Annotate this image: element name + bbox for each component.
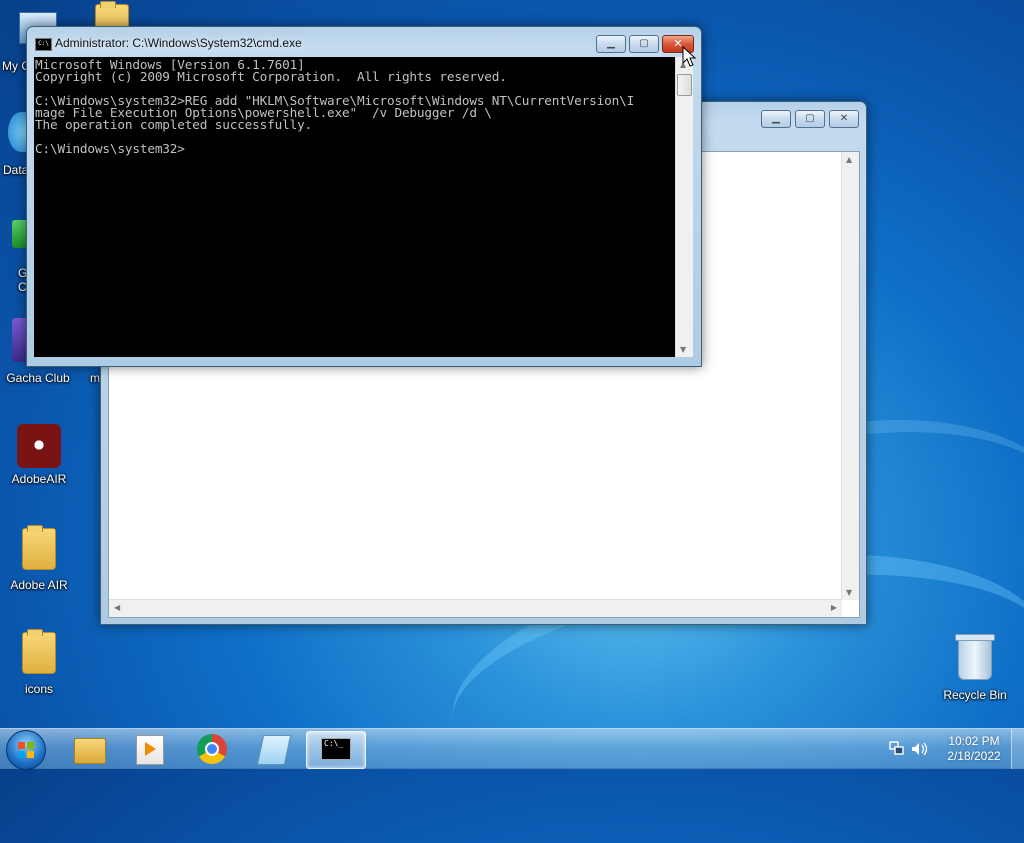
console-scrollbar[interactable]: ▲ ▼ <box>675 57 693 357</box>
taskbar-cmd[interactable]: C:\_ <box>306 731 366 769</box>
chrome-icon <box>197 734 227 764</box>
volume-icon[interactable] <box>912 742 928 756</box>
taskbar-chrome[interactable] <box>182 731 240 767</box>
cmd-window-titlebar[interactable]: C:\ Administrator: C:\Windows\System32\c… <box>27 27 701 57</box>
desktop-icon-label: Adobe AIR <box>10 578 68 592</box>
desktop-icon-label: Recycle Bin <box>943 688 1007 702</box>
vertical-scrollbar[interactable]: ▲ ▼ <box>841 152 859 600</box>
taskbar-media-player[interactable] <box>120 731 178 767</box>
maximize-button[interactable]: ▢ <box>795 110 825 128</box>
desktop-icon-recycle-bin[interactable]: Recycle Bin <box>937 632 1013 702</box>
clock[interactable]: 10:02 PM 2/18/2022 <box>936 734 1012 764</box>
desktop-icon-label: Data <box>3 163 29 177</box>
desktop-icon-label: m <box>90 371 100 385</box>
minimize-icon: ▁ <box>607 38 615 49</box>
desktop-icon-adobeair[interactable]: AdobeAIR <box>1 424 77 486</box>
taskbar-explorer[interactable] <box>60 731 118 767</box>
clock-date: 2/18/2022 <box>947 749 1001 763</box>
clock-time: 10:02 PM <box>948 734 1000 748</box>
maximize-button[interactable]: ▢ <box>629 35 659 53</box>
scroll-left-icon[interactable]: ◀ <box>114 603 120 612</box>
network-icon[interactable] <box>889 741 904 755</box>
scroll-thumb[interactable] <box>677 74 692 96</box>
cmd-icon: C:\_ <box>321 738 351 760</box>
folder-icon <box>22 629 56 674</box>
scroll-down-icon[interactable]: ▼ <box>846 588 852 597</box>
desktop-icon-label: icons <box>24 682 53 696</box>
maximize-icon: ▢ <box>639 38 649 49</box>
show-desktop-button[interactable] <box>1011 729 1024 769</box>
cmd-window-title: Administrator: C:\Windows\System32\cmd.e… <box>55 36 302 50</box>
system-tray <box>889 741 928 756</box>
desktop-icon-icons-folder[interactable]: icons <box>1 629 77 696</box>
scroll-up-icon[interactable]: ▲ <box>846 155 852 164</box>
console-output[interactable]: Microsoft Windows [Version 6.1.7601] Cop… <box>34 57 675 357</box>
minimize-icon: ▁ <box>772 113 780 124</box>
console-text: Microsoft Windows [Version 6.1.7601] Cop… <box>35 57 635 156</box>
folder-icon <box>22 525 56 570</box>
maximize-icon: ▢ <box>805 113 815 124</box>
folder-icon <box>74 738 106 764</box>
minimize-button[interactable]: ▁ <box>761 110 791 128</box>
taskbar: C:\_ 10:02 PM 2/18/2022 <box>0 728 1024 770</box>
mouse-cursor-icon <box>682 46 697 67</box>
minimize-button[interactable]: ▁ <box>596 35 626 53</box>
desktop-icon-adobe-air-folder[interactable]: Adobe AIR <box>1 525 77 592</box>
media-player-icon <box>136 735 164 765</box>
scroll-down-icon[interactable]: ▼ <box>680 345 686 354</box>
notepad-icon <box>256 735 292 765</box>
cmd-window[interactable]: C:\ Administrator: C:\Windows\System32\c… <box>26 26 702 367</box>
scroll-right-icon[interactable]: ▶ <box>831 603 837 612</box>
taskbar-notepad[interactable] <box>244 731 302 767</box>
horizontal-scrollbar[interactable]: ◀ ▶ <box>109 599 842 617</box>
cmd-window-icon: C:\ <box>35 38 52 51</box>
close-icon: ✕ <box>839 113 849 124</box>
desktop-icon-label: Gacha Club <box>6 371 70 385</box>
recycle-bin-icon <box>955 634 995 680</box>
desktop-icon-label: AdobeAIR <box>11 472 67 486</box>
adobe-air-icon <box>17 424 61 468</box>
start-button[interactable] <box>6 730 46 770</box>
windows-logo-icon <box>18 742 34 758</box>
close-button[interactable]: ✕ <box>829 110 859 128</box>
